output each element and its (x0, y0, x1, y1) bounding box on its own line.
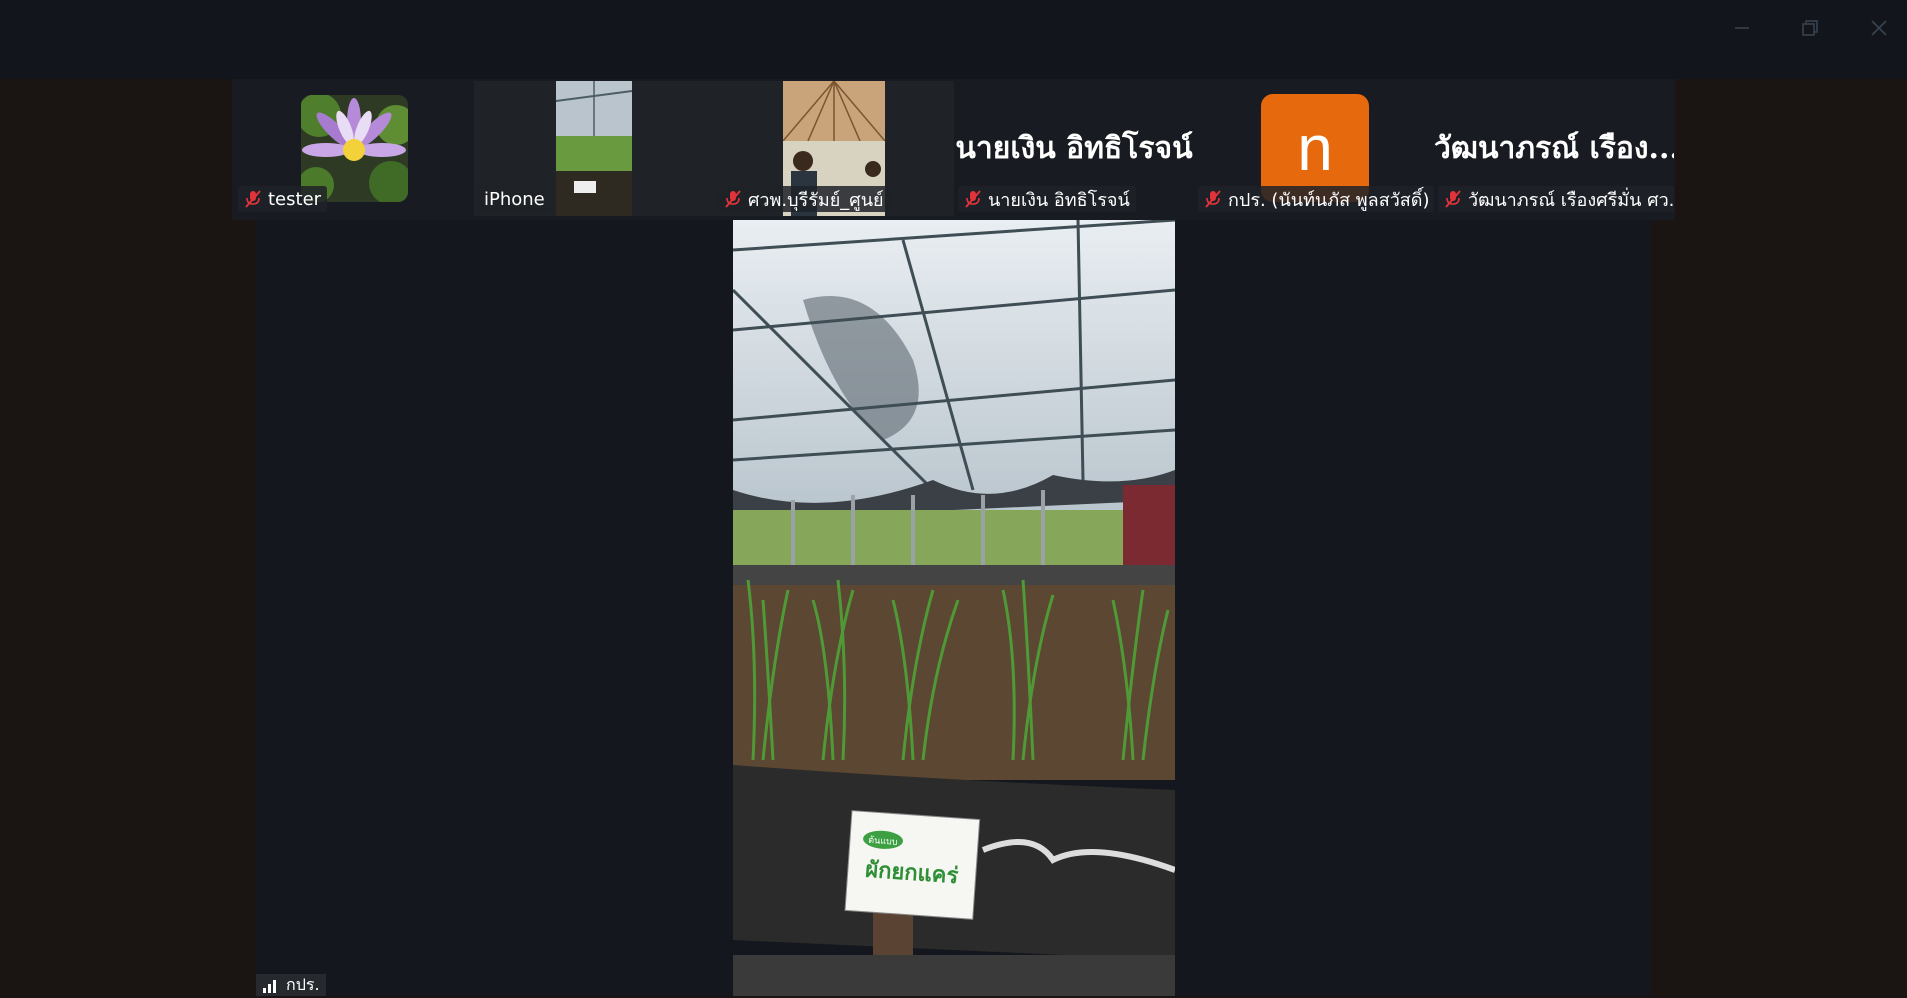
mic-muted-icon (1445, 190, 1461, 208)
video-feed (555, 81, 633, 216)
participant-display-name: นายเงิน อิทธิโรจน์ (955, 131, 1193, 166)
plant-sign: ต้นแบบ ผักยกแคร่ (844, 810, 981, 920)
restore-icon (1802, 20, 1818, 36)
participant-display-name: วัฒนาภรณ์ เรือง... (1434, 131, 1674, 166)
participant-name: วัฒนาภรณ์ เรืองศรีมั่น ศว... (1468, 189, 1674, 211)
participant-label: tester (238, 186, 328, 212)
avatar: n (1261, 94, 1369, 202)
participant-name: tester (268, 188, 322, 210)
participant-label: ศวพ.บุรีรัมย์_ศูนย์ (718, 186, 890, 212)
participant-label: iPhone (478, 186, 551, 212)
active-speaker-video[interactable]: ต้นแบบ ผักยกแคร่ (733, 220, 1175, 996)
close-button[interactable] (1859, 12, 1899, 44)
participant-name: นายเงิน อิทธิโรจน์ (988, 189, 1130, 211)
active-speaker-label: กปร. (256, 974, 326, 996)
participant-name: iPhone (484, 188, 545, 210)
restore-button[interactable] (1790, 12, 1830, 44)
title-bar (0, 0, 1907, 79)
signal-strength-icon (263, 980, 276, 993)
minimize-button[interactable] (1722, 12, 1762, 44)
participant-label: นายเงิน อิทธิโรจน์ (958, 186, 1136, 212)
mic-muted-icon (245, 190, 261, 208)
active-speaker-name: กปร. (286, 974, 320, 994)
mic-muted-icon (725, 190, 741, 208)
participant-tile-iphone[interactable]: iPhone (474, 81, 714, 216)
minimize-icon (1735, 27, 1749, 29)
participant-tile-tester[interactable]: tester (234, 81, 470, 216)
mic-muted-icon (965, 190, 981, 208)
close-icon (1871, 20, 1887, 36)
sign-badge: ต้นแบบ (868, 835, 898, 848)
participant-tile-ngern[interactable]: นายเงิน อิทธิโรจน์ นายเงิน อิทธิโรจน์ (954, 81, 1194, 216)
participant-label: วัฒนาภรณ์ เรืองศรีมั่น ศว... (1438, 186, 1674, 212)
participant-tile-center[interactable]: ศวพ.บุรีรัมย์_ศูนย์ (714, 81, 954, 216)
participant-name: ศวพ.บุรีรัมย์_ศูนย์ (748, 189, 884, 211)
participant-tile-wattana[interactable]: วัฒนาภรณ์ เรือง... วัฒนาภรณ์ เรืองศรีมั่… (1434, 81, 1674, 216)
